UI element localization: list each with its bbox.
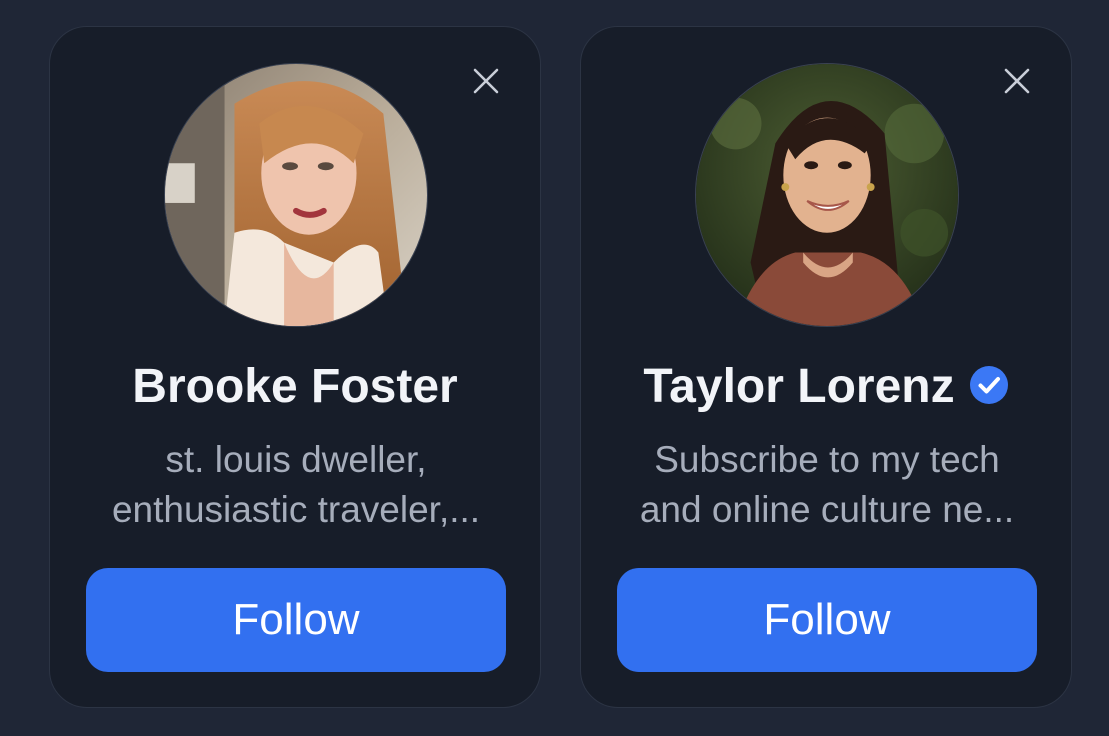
bio-line: st. louis dweller, [165,439,427,480]
profile-photo [165,64,427,326]
name-text: Taylor Lorenz [643,360,955,413]
dismiss-button[interactable] [1003,67,1031,95]
avatar[interactable] [164,63,428,327]
bio: Subscribe to my tech and online culture … [611,435,1043,535]
avatar[interactable] [695,63,959,327]
bio-line: enthusiastic traveler,... [111,489,481,530]
suggestion-card[interactable]: Taylor Lorenz Subscribe to my tech and o… [580,26,1072,708]
suggested-follows-carousel: Brooke Foster st. louis dweller, enthusi… [0,0,1109,736]
bio-line: and online culture ne... [639,489,1015,530]
close-icon [473,68,499,94]
display-name[interactable]: Taylor Lorenz [581,357,1071,417]
suggestion-card[interactable]: Brooke Foster st. louis dweller, enthusi… [49,26,541,708]
follow-button[interactable]: Follow [617,568,1037,672]
display-name[interactable]: Brooke Foster [50,357,540,417]
close-icon [1004,68,1030,94]
dismiss-button[interactable] [472,67,500,95]
verified-check-icon [969,366,1008,405]
follow-button[interactable]: Follow [86,568,506,672]
bio-line: Subscribe to my tech [654,439,1000,480]
profile-photo [696,64,958,326]
bio: st. louis dweller, enthusiastic traveler… [80,435,512,535]
name-text: Brooke Foster [132,360,458,413]
verified-badge [969,365,1009,405]
